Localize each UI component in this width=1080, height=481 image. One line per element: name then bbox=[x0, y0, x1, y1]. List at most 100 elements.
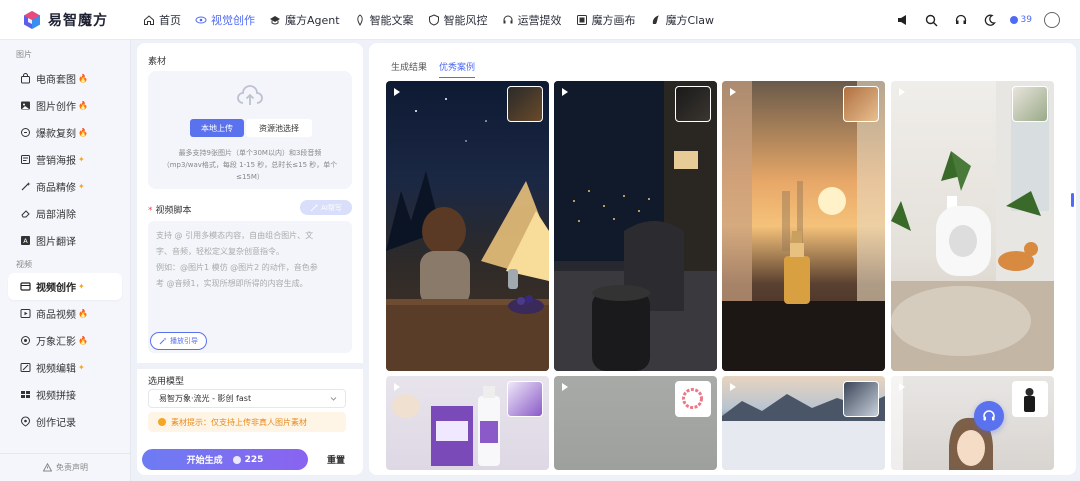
placeholder-line: 支持 @ 引用多模态内容，自由组合图片、文 bbox=[156, 231, 314, 240]
ai-write-label: AI帮写 bbox=[321, 203, 342, 212]
play-icon bbox=[394, 88, 400, 96]
floating-support-button[interactable] bbox=[974, 401, 1004, 431]
nav-claw[interactable]: 魔方Claw bbox=[643, 0, 721, 40]
wand-icon bbox=[21, 182, 31, 191]
case-tile-portrait[interactable] bbox=[891, 376, 1054, 470]
sidebar-item-video-splice[interactable]: 视频拼接 bbox=[8, 381, 122, 408]
upload-hint: 最多支持9张图片（单个30M以内）和3段音频（mp3/wav格式，每段 1-15… bbox=[162, 149, 338, 181]
megaphone-icon[interactable] bbox=[895, 12, 911, 28]
scrollbar-thumb[interactable] bbox=[1071, 193, 1074, 207]
home-icon bbox=[144, 14, 154, 25]
warning-icon bbox=[43, 463, 52, 472]
reset-button[interactable]: 重置 bbox=[327, 453, 345, 466]
nav-operations-label: 运营提效 bbox=[517, 13, 562, 27]
translate-icon: A bbox=[21, 236, 30, 245]
play-guide-button[interactable]: 播放引导 bbox=[150, 332, 207, 350]
splice-icon bbox=[21, 391, 30, 398]
sidebar-item-label: 电商套图 bbox=[36, 75, 76, 86]
hot-fire-icon: 🔥 bbox=[78, 128, 88, 137]
sidebar-item-partial-erase[interactable]: 局部消除 bbox=[8, 200, 122, 227]
magic-wand-icon bbox=[310, 204, 318, 211]
image-icon bbox=[21, 101, 30, 110]
user-avatar[interactable] bbox=[1044, 12, 1060, 28]
sidebar-item-label: 视频编辑 bbox=[36, 364, 76, 375]
nav-copywriting[interactable]: 智能文案 bbox=[347, 0, 421, 40]
gallery-scrollbar[interactable] bbox=[1071, 83, 1074, 233]
placeholder-line: 考 @音频1，实现所想即所得的内容生成。 bbox=[156, 279, 308, 288]
sidebar-section-video: 视频 bbox=[16, 260, 32, 269]
generate-button[interactable]: 开始生成 225 bbox=[142, 449, 308, 470]
sidebar-item-image-translate[interactable]: A 图片翻译 bbox=[8, 227, 122, 254]
top-actions: 39 bbox=[882, 0, 1060, 40]
sidebar-item-video-creation[interactable]: 视频创作 ✦ bbox=[8, 273, 122, 300]
play-icon bbox=[899, 88, 905, 96]
play-icon bbox=[899, 383, 905, 391]
case-tile-bracelet[interactable] bbox=[554, 376, 717, 470]
ai-write-button[interactable]: AI帮写 bbox=[300, 200, 352, 215]
sidebar: 图片 电商套图 🔥 图片创作 🔥 爆款复刻 🔥 营销海报 ✦ 商品精修 ✦ 局部消除 A … bbox=[0, 40, 131, 481]
case-tile-snow-mountain[interactable] bbox=[722, 376, 885, 470]
upload-dropzone[interactable]: 本地上传 资源池选择 最多支持9张图片（单个30M以内）和3段音频（mp3/wa… bbox=[148, 71, 352, 189]
sidebar-item-product-video[interactable]: 商品视频 🔥 bbox=[8, 300, 122, 327]
outfit-image bbox=[1024, 388, 1035, 412]
gallery-tabs: 生成结果 优秀案例 bbox=[391, 60, 487, 78]
nav-visual-creation[interactable]: 视觉创作 bbox=[188, 0, 262, 40]
perfume-sunset-scene bbox=[722, 81, 885, 371]
city-night-window-scene bbox=[554, 81, 717, 371]
sidebar-item-product-retouch[interactable]: 商品精修 ✦ bbox=[8, 173, 122, 200]
resource-pool-button[interactable]: 资源池选择 bbox=[246, 119, 312, 137]
reference-thumbnail bbox=[843, 381, 879, 417]
nav-risk-control[interactable]: 智能风控 bbox=[421, 0, 495, 40]
script-input[interactable]: 支持 @ 引用多模态内容，自由组合图片、文 字、音频，轻松定义复杂创意指令。 例… bbox=[148, 221, 352, 353]
search-icon[interactable] bbox=[924, 12, 940, 28]
reference-thumbnail bbox=[1012, 381, 1048, 417]
model-select[interactable]: 易智万象·流光 - 影创 fast bbox=[148, 389, 346, 408]
agent-icon bbox=[270, 15, 280, 24]
mix-icon bbox=[21, 336, 30, 345]
case-tile-campfire[interactable] bbox=[386, 81, 549, 371]
case-tile-cat-room[interactable] bbox=[891, 81, 1054, 371]
sidebar-item-image-creation[interactable]: 图片创作 🔥 bbox=[8, 92, 122, 119]
app-name: 易智魔方 bbox=[48, 12, 108, 29]
hot-fire-icon: 🔥 bbox=[78, 101, 88, 110]
nav-operations[interactable]: 运营提效 bbox=[495, 0, 569, 40]
nav-home[interactable]: 首页 bbox=[136, 0, 188, 40]
case-tile-pet-product[interactable] bbox=[386, 376, 549, 470]
play-guide-label: 播放引导 bbox=[170, 337, 198, 345]
main-nav: 首页 视觉创作 魔方Agent 智能文案 智能风控 运营提效 魔方画布 魔方Cl… bbox=[136, 0, 721, 40]
disclaimer-link[interactable]: 免责声明 bbox=[0, 453, 131, 481]
play-icon bbox=[394, 383, 400, 391]
case-tile-perfume-sunset[interactable] bbox=[722, 81, 885, 371]
sidebar-item-mix-video[interactable]: 万象汇影 🔥 bbox=[8, 327, 122, 354]
sidebar-item-creation-record[interactable]: 创作记录 bbox=[8, 408, 122, 435]
sidebar-item-label: 局部消除 bbox=[36, 210, 76, 221]
support-icon[interactable] bbox=[953, 12, 969, 28]
sidebar-item-label: 图片翻译 bbox=[36, 237, 76, 248]
nav-risk-control-label: 智能风控 bbox=[443, 13, 488, 27]
nav-agent[interactable]: 魔方Agent bbox=[262, 0, 347, 40]
credit-balance[interactable]: 39 bbox=[1009, 15, 1032, 25]
tab-results[interactable]: 生成结果 bbox=[391, 60, 427, 78]
dark-mode-icon[interactable] bbox=[982, 12, 998, 28]
case-tile-city-night[interactable] bbox=[554, 81, 717, 371]
sidebar-item-ecommerce-set[interactable]: 电商套图 🔥 bbox=[8, 65, 122, 92]
sidebar-item-video-edit[interactable]: 视频编辑 ✦ bbox=[8, 354, 122, 381]
material-tip-text: 素材提示：仅支持上传非真人图片素材 bbox=[171, 417, 307, 427]
local-upload-button[interactable]: 本地上传 bbox=[190, 119, 244, 137]
nav-agent-label: 魔方Agent bbox=[285, 13, 340, 27]
credit-count: 39 bbox=[1020, 15, 1032, 25]
nav-canvas[interactable]: 魔方画布 bbox=[569, 0, 643, 40]
generate-label: 开始生成 bbox=[186, 456, 223, 466]
script-label-text: 视频脚本 bbox=[155, 206, 192, 216]
creation-panel: 素材 本地上传 资源池选择 最多支持9张图片（单个30M以内）和3段音频（mp3… bbox=[137, 43, 363, 475]
sidebar-item-viral-replica[interactable]: 爆款复刻 🔥 bbox=[8, 119, 122, 146]
warning-dot-icon bbox=[158, 418, 166, 426]
sidebar-item-marketing-poster[interactable]: 营销海报 ✦ bbox=[8, 146, 122, 173]
reference-thumbnail bbox=[1012, 86, 1048, 122]
sidebar-section-image: 图片 bbox=[16, 50, 32, 59]
placeholder-line: 字、音频，轻松定义复杂创意指令。 bbox=[156, 247, 284, 256]
play-icon bbox=[562, 383, 568, 391]
tab-showcase[interactable]: 优秀案例 bbox=[439, 60, 476, 78]
app-logo[interactable]: 易智魔方 bbox=[22, 10, 134, 30]
sidebar-item-label: 营销海报 bbox=[36, 156, 76, 167]
